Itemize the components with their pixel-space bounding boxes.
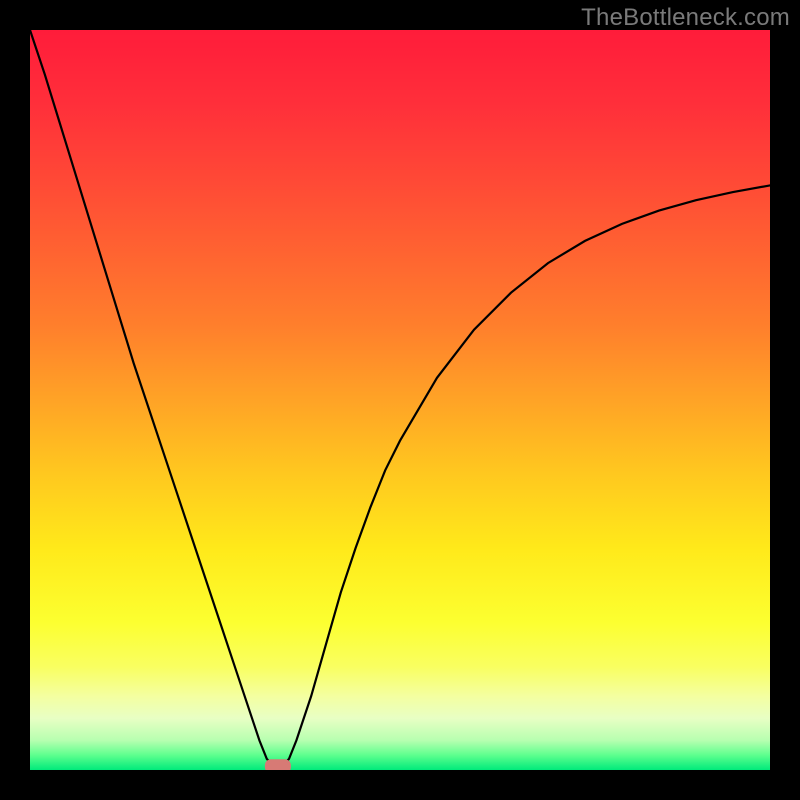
optimum-marker [265,759,291,770]
chart-svg [30,30,770,770]
plot-area [30,30,770,770]
chart-frame: TheBottleneck.com [0,0,800,800]
gradient-background [30,30,770,770]
attribution-text: TheBottleneck.com [581,4,790,32]
